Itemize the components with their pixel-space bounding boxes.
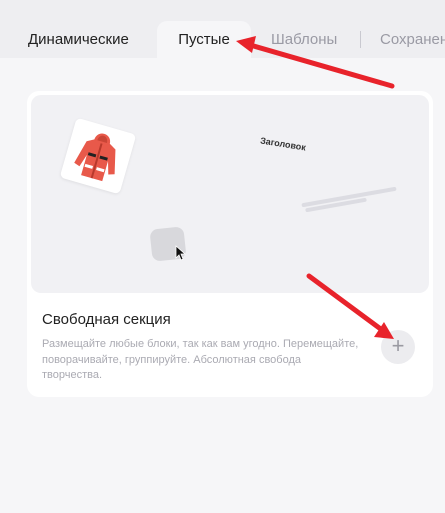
tab-bar: Динамические Пустые Шаблоны Сохранен: [0, 0, 445, 60]
jacket-image: [59, 117, 137, 195]
tab-separator: [360, 31, 361, 48]
jacket-icon: [74, 133, 116, 182]
section-description: Размещайте любые блоки, так как вам угод…: [42, 338, 359, 381]
cursor-icon: [175, 245, 187, 261]
section-preview: Заголовок: [31, 95, 429, 293]
preview-heading: Заголовок: [259, 135, 307, 153]
tab-dynamic[interactable]: Динамические: [28, 21, 129, 58]
add-section-button[interactable]: +: [381, 330, 415, 364]
free-section-card[interactable]: Заголовок Свободная секция Размещайте лю…: [27, 91, 433, 397]
tab-templates[interactable]: Шаблоны: [271, 21, 337, 58]
tab-saved[interactable]: Сохранен: [380, 21, 445, 58]
tab-empty[interactable]: Пустые: [157, 21, 251, 58]
section-title: Свободная секция: [42, 311, 171, 328]
